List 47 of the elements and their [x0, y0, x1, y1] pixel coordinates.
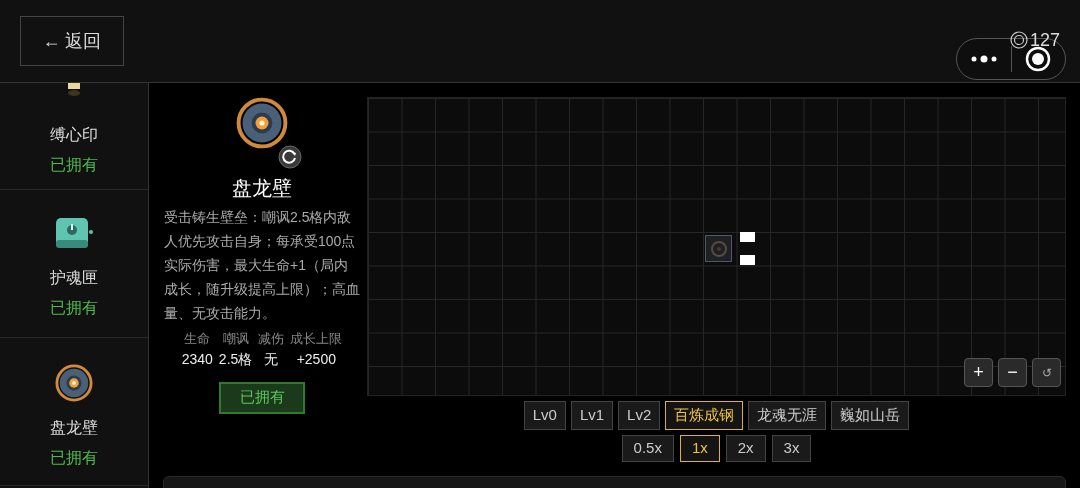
- stat-value: 无: [264, 349, 279, 369]
- item-name: 盘龙壁: [50, 418, 98, 438]
- level-tab[interactable]: Lv1: [570, 401, 614, 430]
- coin-count: 127: [1029, 31, 1060, 49]
- item-name: 护魂匣: [50, 268, 98, 288]
- zoom-control[interactable]: +: [964, 358, 993, 387]
- owned-button[interactable]: 已拥有: [219, 381, 305, 414]
- speed-tab[interactable]: 3x: [771, 435, 812, 462]
- disc-icon: [709, 239, 728, 258]
- owned-status: 已拥有: [50, 298, 98, 318]
- stat-value: 2340: [181, 349, 213, 369]
- stat-label: 生命: [184, 330, 211, 348]
- zoom-control[interactable]: ↺: [1032, 358, 1061, 387]
- level-tab[interactable]: 龙魂无涯: [748, 401, 827, 430]
- stat-label: 成长上限: [290, 330, 343, 348]
- marker: [740, 255, 755, 265]
- speed-tab[interactable]: 1x: [679, 435, 720, 462]
- lamp-icon: [66, 83, 82, 97]
- zoom-control[interactable]: −: [998, 358, 1027, 387]
- marker: [740, 232, 755, 242]
- more-icon[interactable]: [971, 55, 997, 63]
- level-tab[interactable]: Lv2: [618, 401, 661, 430]
- speed-tab[interactable]: 0.5x: [621, 435, 674, 462]
- owned-status: 已拥有: [50, 448, 98, 468]
- level-tab[interactable]: 百炼成钢: [665, 401, 744, 430]
- level-tab[interactable]: 巍如山岳: [831, 401, 910, 430]
- sidebar-item[interactable]: 盘龙壁 已拥有: [0, 338, 148, 486]
- item-title: 盘龙壁: [232, 176, 292, 201]
- coin-icon: [1009, 31, 1028, 49]
- item-description: 受击铸生壁垒：嘲讽2.5格内敌人优先攻击自身；每承受100点实际伤害，最大生命+1（局内成长，随升级提高上限）；高血量、无攻击能力。: [164, 208, 360, 323]
- level-tab[interactable]: Lv0: [523, 401, 566, 430]
- speed-tab[interactable]: 2x: [725, 435, 766, 462]
- back-button[interactable]: ← 返回: [20, 16, 124, 66]
- item-name: 缚心印: [50, 125, 98, 145]
- disc-icon: [236, 97, 288, 149]
- grid-tile[interactable]: [705, 235, 732, 262]
- refresh-icon[interactable]: [278, 145, 302, 169]
- target-icon[interactable]: [1025, 46, 1051, 72]
- owned-status: 已拥有: [50, 155, 98, 175]
- stat-value: +2500: [296, 349, 336, 369]
- sidebar-item[interactable]: 护魂匣 已拥有: [0, 190, 148, 338]
- disc-icon: [55, 364, 93, 402]
- stat-label: 嘲讽: [222, 330, 249, 348]
- grid-canvas[interactable]: + − ↺: [367, 97, 1066, 396]
- sidebar-item[interactable]: 缚心印 已拥有: [0, 83, 148, 190]
- stat-label: 减伤: [258, 330, 285, 348]
- stat-value: 2.5格: [218, 349, 253, 369]
